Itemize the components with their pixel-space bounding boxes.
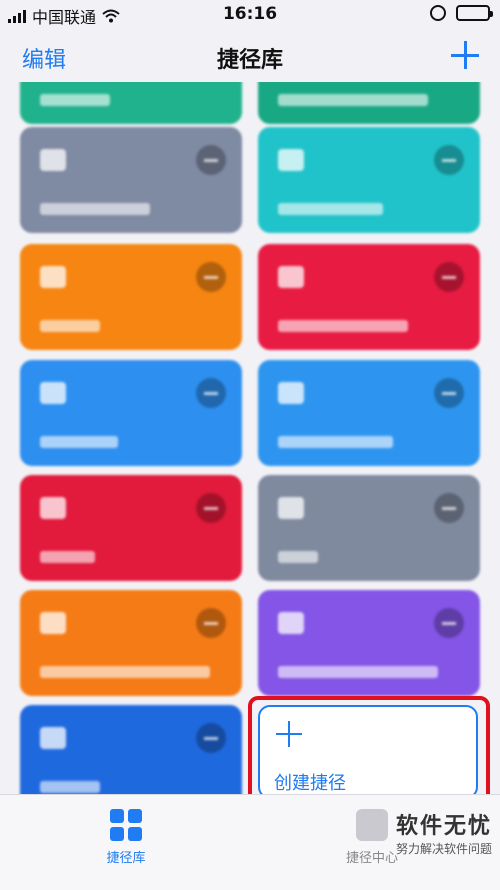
shortcut-icon — [40, 149, 66, 171]
more-options-icon[interactable] — [196, 378, 226, 408]
shortcut-card[interactable] — [20, 475, 242, 581]
shortcut-icon — [278, 612, 304, 634]
battery-icon — [456, 5, 493, 21]
tab-library[interactable]: 捷径库 — [66, 809, 186, 866]
watermark-subtitle: 努力解决软件问题 — [395, 842, 492, 856]
navigation-bar: 编辑 捷径库 — [0, 30, 500, 82]
page-title: 捷径库 — [216, 48, 283, 73]
shortcut-card[interactable] — [20, 590, 242, 696]
watermark-title: 软件无忧 — [395, 814, 492, 839]
more-options-icon[interactable] — [196, 493, 226, 523]
status-bar: 中国联通 16:16 — [0, 0, 500, 30]
shortcut-card[interactable] — [20, 244, 242, 350]
more-options-icon[interactable] — [196, 723, 226, 753]
tab-library-label: 捷径库 — [106, 851, 146, 866]
more-options-icon[interactable] — [434, 145, 464, 175]
shortcut-card[interactable] — [20, 82, 242, 124]
shortcut-icon — [40, 727, 66, 749]
shortcut-icon — [278, 149, 304, 171]
shortcut-icon — [278, 266, 304, 288]
shortcut-icon — [40, 382, 66, 404]
more-options-icon[interactable] — [196, 608, 226, 638]
watermark: 软件无忧 努力解决软件问题 — [396, 808, 492, 857]
shortcut-icon — [40, 612, 66, 634]
add-shortcut-button[interactable] — [448, 38, 482, 72]
shortcut-icon — [40, 266, 66, 288]
shortcut-icon — [40, 497, 66, 519]
orientation-lock-icon — [430, 5, 446, 21]
more-options-icon[interactable] — [434, 493, 464, 523]
gallery-icon — [356, 809, 388, 841]
grid-icon — [110, 809, 142, 841]
more-options-icon[interactable] — [196, 145, 226, 175]
shortcut-grid[interactable] — [0, 82, 500, 794]
shortcut-card[interactable] — [258, 475, 480, 581]
more-options-icon[interactable] — [434, 262, 464, 292]
shortcut-card[interactable] — [258, 127, 480, 233]
shortcut-card[interactable] — [20, 360, 242, 466]
shortcut-card[interactable] — [20, 705, 242, 794]
clock: 16:16 — [222, 4, 278, 24]
shortcut-card[interactable] — [258, 82, 480, 124]
more-options-icon[interactable] — [434, 608, 464, 638]
more-options-icon[interactable] — [196, 262, 226, 292]
shortcut-card[interactable] — [258, 590, 480, 696]
shortcut-card[interactable] — [258, 244, 480, 350]
shortcut-card[interactable] — [258, 360, 480, 466]
shortcut-icon — [278, 497, 304, 519]
shortcut-card[interactable] — [20, 127, 242, 233]
shortcut-icon — [278, 382, 304, 404]
more-options-icon[interactable] — [434, 378, 464, 408]
